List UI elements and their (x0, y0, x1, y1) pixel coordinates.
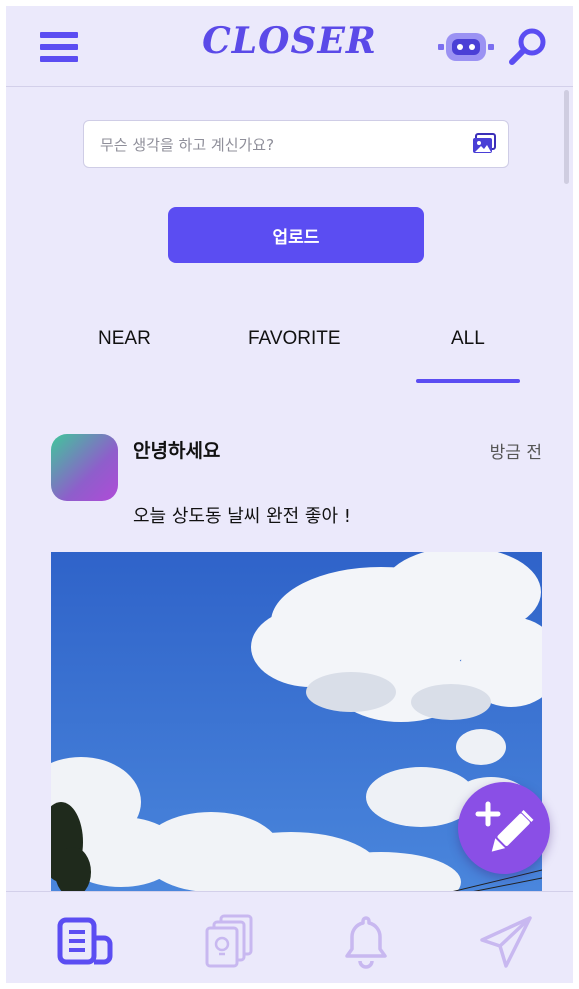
tab-favorite[interactable]: FAVORITE (248, 328, 341, 358)
app-screen: CLOSER 업로드 NEAR FAVORITE ALL 안녕하세요 방금 전 … (6, 6, 573, 983)
tab-all[interactable]: ALL (451, 328, 485, 358)
upload-button[interactable]: 업로드 (168, 207, 424, 263)
compose-fab[interactable] (458, 782, 550, 874)
image-icon[interactable] (472, 133, 496, 155)
send-icon[interactable] (476, 912, 536, 972)
search-icon[interactable] (506, 25, 550, 69)
bell-icon[interactable] (336, 912, 396, 972)
compose-icon (475, 801, 534, 852)
scrollbar-thumb[interactable] (564, 90, 569, 184)
app-header: CLOSER (6, 6, 573, 87)
post-author[interactable]: 안녕하세요 (133, 436, 220, 463)
post-composer (83, 120, 509, 169)
active-tab-indicator (416, 379, 520, 383)
post-input[interactable] (98, 121, 462, 169)
tab-near[interactable]: NEAR (98, 328, 151, 358)
robot-icon[interactable] (436, 29, 496, 65)
post-time: 방금 전 (489, 443, 542, 463)
feed-icon[interactable] (56, 912, 116, 972)
post-text: 오늘 상도동 날씨 완전 좋아 ! (133, 506, 351, 527)
avatar[interactable] (51, 434, 118, 501)
bottom-nav (6, 891, 573, 983)
idea-cards-icon[interactable] (199, 912, 259, 972)
